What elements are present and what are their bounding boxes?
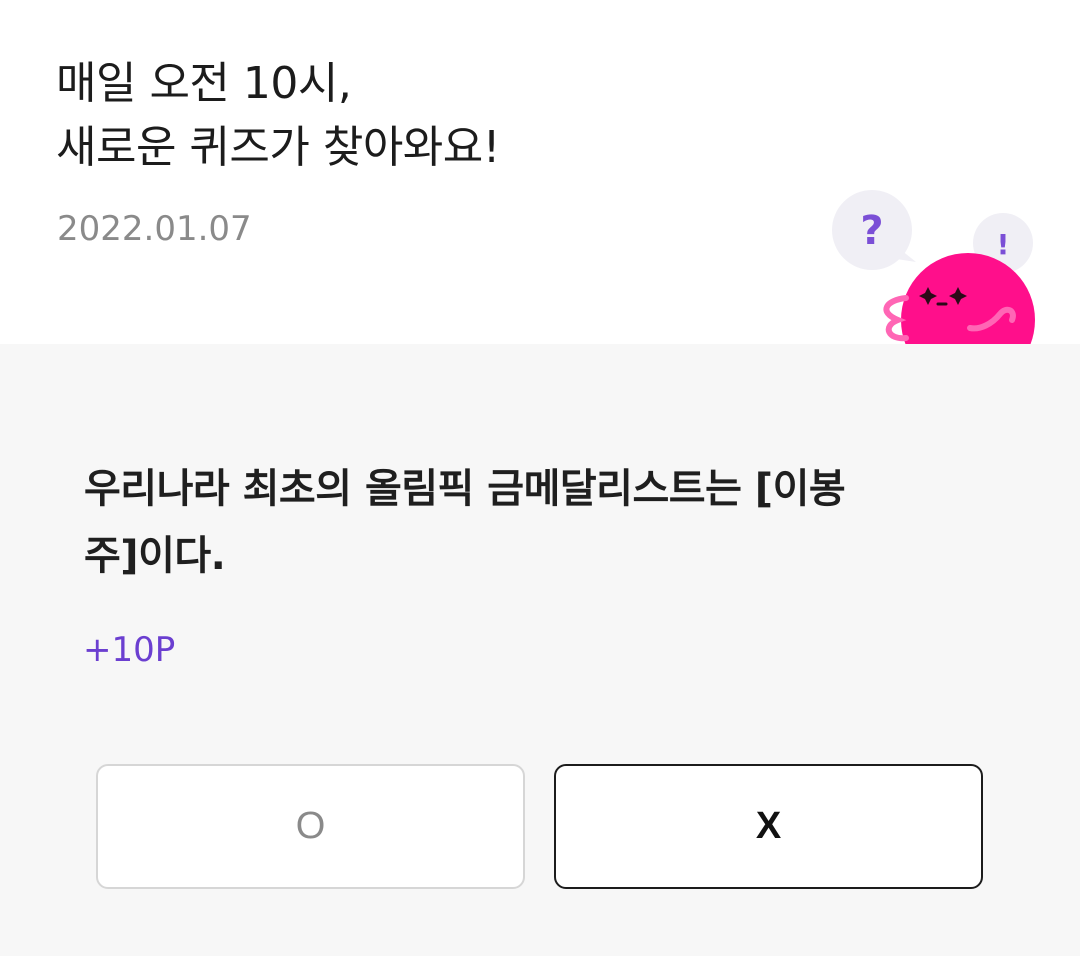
quiz-mascot-illustration: ? !	[832, 190, 1035, 344]
title-line-1: 매일 오전 10시,	[56, 58, 352, 109]
bubble-question-mark: ?	[860, 208, 883, 254]
quiz-header: 매일 오전 10시, 새로운 퀴즈가 찾아와요! 2022.01.07 ? !	[0, 0, 1080, 344]
question-line-2: 주]이다.	[84, 533, 226, 579]
answer-o-label: O	[295, 805, 326, 847]
title-line-2: 새로운 퀴즈가 찾아와요!	[56, 122, 500, 173]
question-line-1: 우리나라 최초의 올림픽 금메달리스트는 [이봉	[84, 466, 846, 512]
quiz-date: 2022.01.07	[57, 209, 252, 249]
reward-points: +10P	[83, 630, 176, 670]
answer-o-button[interactable]: O	[96, 764, 525, 889]
answer-x-button[interactable]: X	[554, 764, 983, 889]
page-title: 매일 오전 10시, 새로운 퀴즈가 찾아와요!	[56, 52, 500, 180]
question-bubble-icon: ?	[832, 190, 916, 270]
bubble-exclamation-mark: !	[997, 228, 1010, 261]
quiz-card: 우리나라 최초의 올림픽 금메달리스트는 [이봉 주]이다. +10P O X	[0, 344, 1080, 956]
answer-x-label: X	[755, 805, 782, 847]
quiz-question: 우리나라 최초의 올림픽 금메달리스트는 [이봉 주]이다.	[84, 456, 1014, 590]
